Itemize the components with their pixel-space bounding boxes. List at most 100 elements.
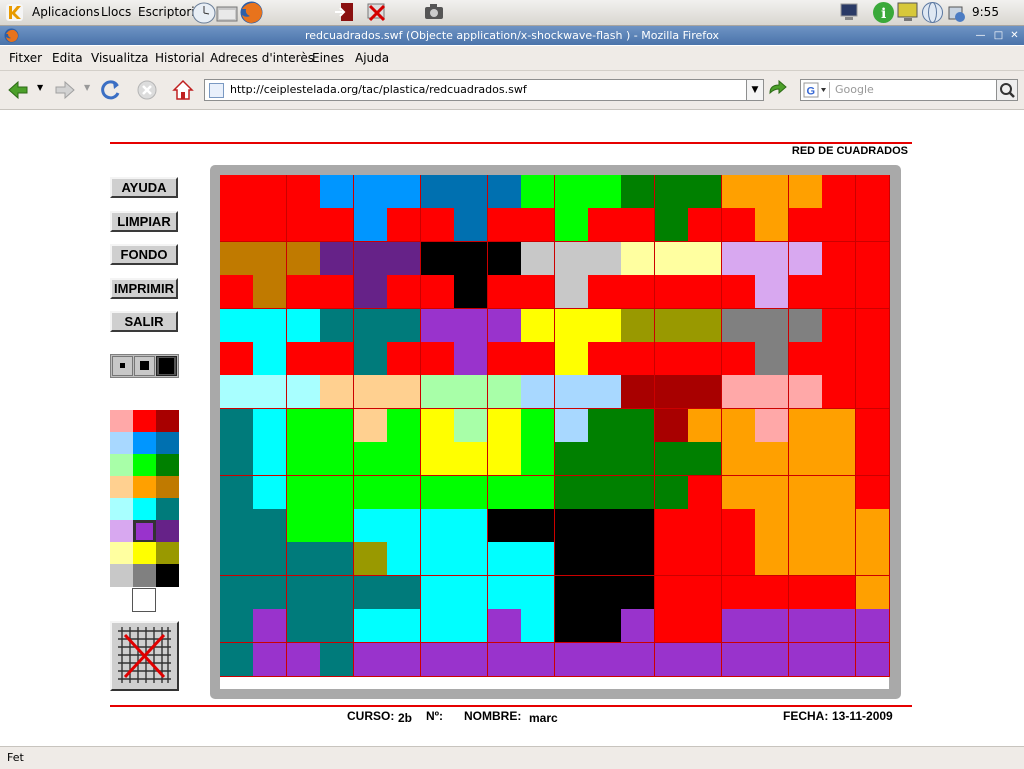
grid-cell[interactable] [822,442,857,477]
grid-cell[interactable] [721,442,756,477]
menu-bookmarks[interactable]: Adreces d'interès [210,51,314,65]
clock-launcher-icon[interactable] [192,1,216,24]
grid-cell[interactable] [454,609,489,644]
grid-cell[interactable] [688,208,723,243]
nombre-value[interactable]: marc [529,711,558,725]
grid-cell[interactable] [253,275,288,310]
grid-cell[interactable] [286,542,321,577]
grid-cell[interactable] [220,475,254,510]
url-bar[interactable]: http://ceiplestelada.org/tac/plastica/re… [204,79,764,101]
grid-cell[interactable] [253,442,288,477]
grid-cell[interactable] [353,475,388,510]
grid-cell[interactable] [822,542,857,577]
grid-cell[interactable] [420,342,455,376]
grid-cell[interactable] [654,542,689,577]
color-swatch[interactable] [156,454,179,477]
grid-cell[interactable] [487,342,522,376]
grid-cell[interactable] [353,509,388,543]
grid-cell[interactable] [721,175,756,209]
grid-cell[interactable] [320,642,355,677]
grid-cell[interactable] [688,342,723,376]
grid-cell[interactable] [454,241,489,276]
grid-cell[interactable] [420,408,455,443]
reload-icon[interactable] [100,79,122,101]
grid-cell[interactable] [487,241,522,276]
grid-cell[interactable] [320,175,355,209]
grid-cell[interactable] [353,175,388,209]
grid-cell[interactable] [320,208,355,243]
grid-cell[interactable] [755,575,790,610]
color-swatch[interactable] [156,432,179,455]
grid-cell[interactable] [353,642,388,677]
grid-cell[interactable] [788,175,823,209]
grid-cell[interactable] [487,442,522,477]
grid-cell[interactable] [420,475,455,510]
grid-cell[interactable] [621,275,656,310]
grid-cell[interactable] [654,408,689,443]
grid-cell[interactable] [220,308,254,343]
grid-cell[interactable] [220,542,254,577]
grid-cell[interactable] [420,542,455,577]
grid-cell[interactable] [286,442,321,477]
grid-cell[interactable] [286,509,321,543]
grid-cell[interactable] [788,575,823,610]
grid-cell[interactable] [420,308,455,343]
grid-cell[interactable] [387,175,422,209]
grid-cell[interactable] [822,509,857,543]
grid-cell[interactable] [420,208,455,243]
grid-cell[interactable] [788,241,823,276]
grid-cell[interactable] [855,175,890,209]
grid-cell[interactable] [755,542,790,577]
grid-cell[interactable] [721,408,756,443]
grid-cell[interactable] [755,442,790,477]
grid-cell[interactable] [286,275,321,310]
grid-cell[interactable] [253,175,288,209]
grid-cell[interactable] [521,342,556,376]
color-swatch[interactable] [110,454,133,477]
grid-cell[interactable] [353,342,388,376]
grid-cell[interactable] [521,175,556,209]
grid-cell[interactable] [554,408,589,443]
grid-cell[interactable] [521,208,556,243]
desktop-menu[interactable]: Escriptori [138,5,195,19]
grid-cell[interactable] [420,509,455,543]
grid-cell[interactable] [654,208,689,243]
grid-cell[interactable] [487,609,522,644]
grid-cell[interactable] [621,609,656,644]
brush-size-medium[interactable] [134,356,155,376]
color-swatch[interactable] [110,410,133,433]
grid-cell[interactable] [454,275,489,310]
grid-cell[interactable] [454,175,489,209]
grid-cell[interactable] [554,375,589,410]
grid-cell[interactable] [387,275,422,310]
grid-cell[interactable] [755,175,790,209]
color-swatch[interactable] [133,498,156,521]
drawing-grid[interactable] [220,175,890,689]
grid-cell[interactable] [521,509,556,543]
grid-cell[interactable] [320,308,355,343]
grid-cell[interactable] [487,275,522,310]
grid-cell[interactable] [286,342,321,376]
grid-cell[interactable] [220,609,254,644]
grid-cell[interactable] [220,275,254,310]
grid-cell[interactable] [387,642,422,677]
grid-cell[interactable] [220,442,254,477]
grid-cell[interactable] [855,375,890,410]
grid-cell[interactable] [587,342,622,376]
color-swatch[interactable] [110,564,133,587]
grid-cell[interactable] [454,375,489,410]
grid-cell[interactable] [286,175,321,209]
color-swatch[interactable] [110,432,133,455]
grid-cell[interactable] [286,241,321,276]
grid-cell[interactable] [755,308,790,343]
grid-cell[interactable] [587,375,622,410]
grid-cell[interactable] [353,375,388,410]
grid-cell[interactable] [855,408,890,443]
grid-cell[interactable] [253,375,288,410]
search-button[interactable] [996,79,1018,101]
grid-cell[interactable] [220,375,254,410]
grid-cell[interactable] [721,642,756,677]
menu-help[interactable]: Ajuda [355,51,389,65]
grid-cell[interactable] [688,575,723,610]
forward-arrow-icon[interactable] [54,79,76,101]
